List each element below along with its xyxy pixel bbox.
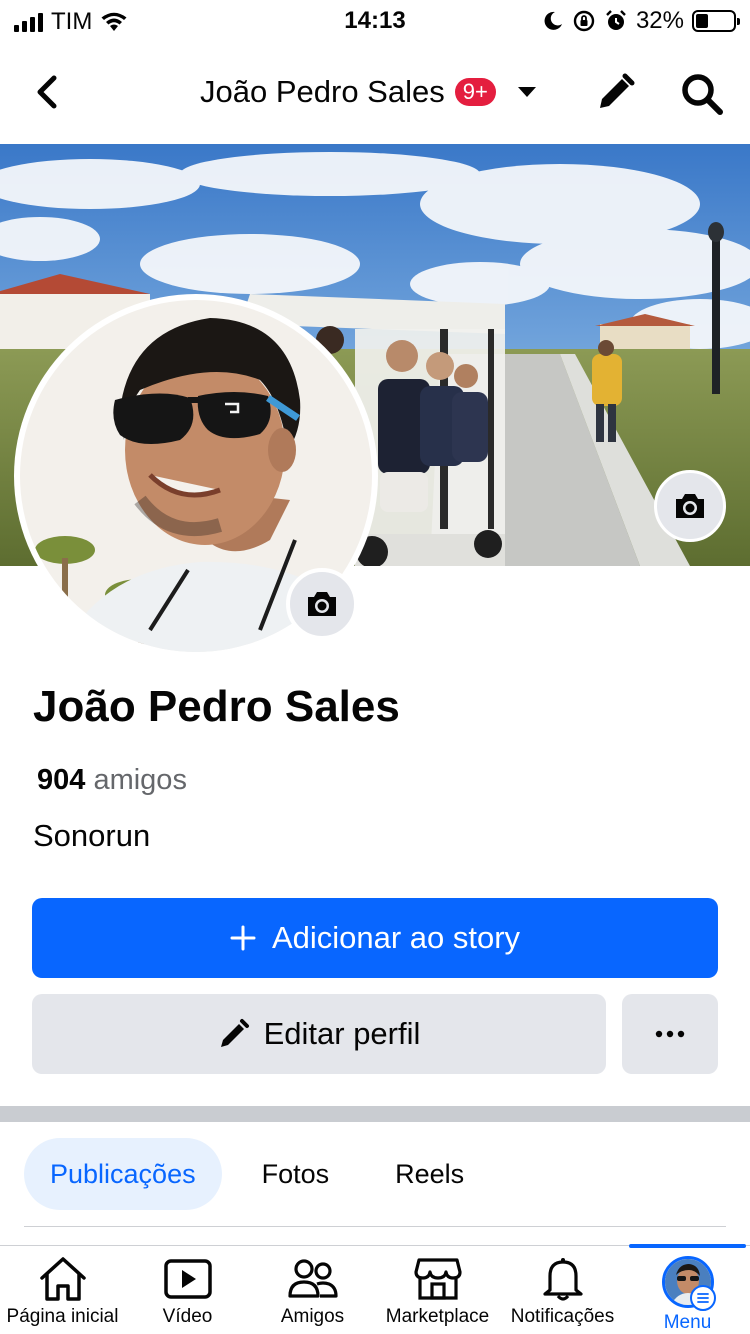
nav-menu-label: Menu [663,1312,712,1333]
change-profile-camera-icon[interactable] [286,568,358,640]
nav-home[interactable]: Página inicial [0,1246,125,1334]
nav-menu[interactable]: Menu [625,1244,750,1334]
top-header: João Pedro Sales 9+ [0,44,750,142]
add-to-story-label: Adicionar ao story [271,920,521,955]
bell-icon [542,1258,583,1301]
battery-fill [696,14,708,28]
video-icon [163,1259,212,1299]
plus-icon [230,925,256,951]
rotation-lock-icon [573,10,595,32]
profile-name: João Pedro Sales [33,682,400,731]
nav-video[interactable]: Vídeo [125,1246,250,1334]
edit-profile-label: Editar perfil [263,1016,421,1051]
pencil-icon [220,1019,249,1047]
nav-friends[interactable]: Amigos [250,1246,375,1334]
back-arrow-icon[interactable] [30,72,66,112]
more-dots-icon [655,1030,685,1038]
header-title: João Pedro Sales [200,74,445,109]
edit-pencil-icon[interactable] [594,72,636,114]
battery-percent: 32% [635,7,684,34]
edit-profile-button[interactable]: Editar perfil [32,994,606,1074]
tabs-underline [24,1226,726,1227]
tab-reels[interactable]: Reels [369,1138,490,1210]
tab-publicacoes[interactable]: Publicações [24,1138,222,1210]
nav-marketplace[interactable]: Marketplace [375,1246,500,1334]
nav-notifications-label: Notificações [510,1306,615,1327]
home-icon [39,1257,86,1301]
nav-marketplace-label: Marketplace [385,1306,490,1327]
tab-fotos[interactable]: Fotos [236,1138,356,1210]
status-right: 32% [542,7,740,35]
section-divider [0,1106,750,1122]
friends-count-link[interactable]: 904 amigos [37,764,187,797]
nav-friends-label: Amigos [280,1306,345,1327]
marketplace-icon [413,1258,462,1300]
dropdown-caret-icon [517,87,536,97]
change-cover-camera-icon[interactable] [654,470,726,542]
nav-video-label: Vídeo [162,1306,213,1327]
friends-label: amigos [93,764,187,796]
friends-count: 904 [37,764,86,796]
search-icon[interactable] [680,72,724,116]
battery-icon [692,10,740,32]
status-bar: TIM 14:13 32% [0,0,750,40]
notification-badge: 9+ [454,78,496,106]
alarm-icon [606,10,626,30]
add-to-story-button[interactable]: Adicionar ao story [32,898,718,978]
moon-icon [544,11,562,30]
friends-icon [287,1259,338,1298]
nav-notifications[interactable]: Notificações [500,1246,625,1334]
profile-switcher[interactable]: João Pedro Sales 9+ [200,74,536,110]
more-options-button[interactable] [622,994,718,1074]
profile-bio: Sonorun [33,818,151,853]
bottom-navigation: Página inicial Vídeo Amigos Marketplace [0,1244,750,1334]
profile-tabs: Publicações Fotos Reels [24,1138,504,1210]
nav-home-label: Página inicial [6,1306,119,1327]
menu-hamburger-icon [690,1285,716,1311]
